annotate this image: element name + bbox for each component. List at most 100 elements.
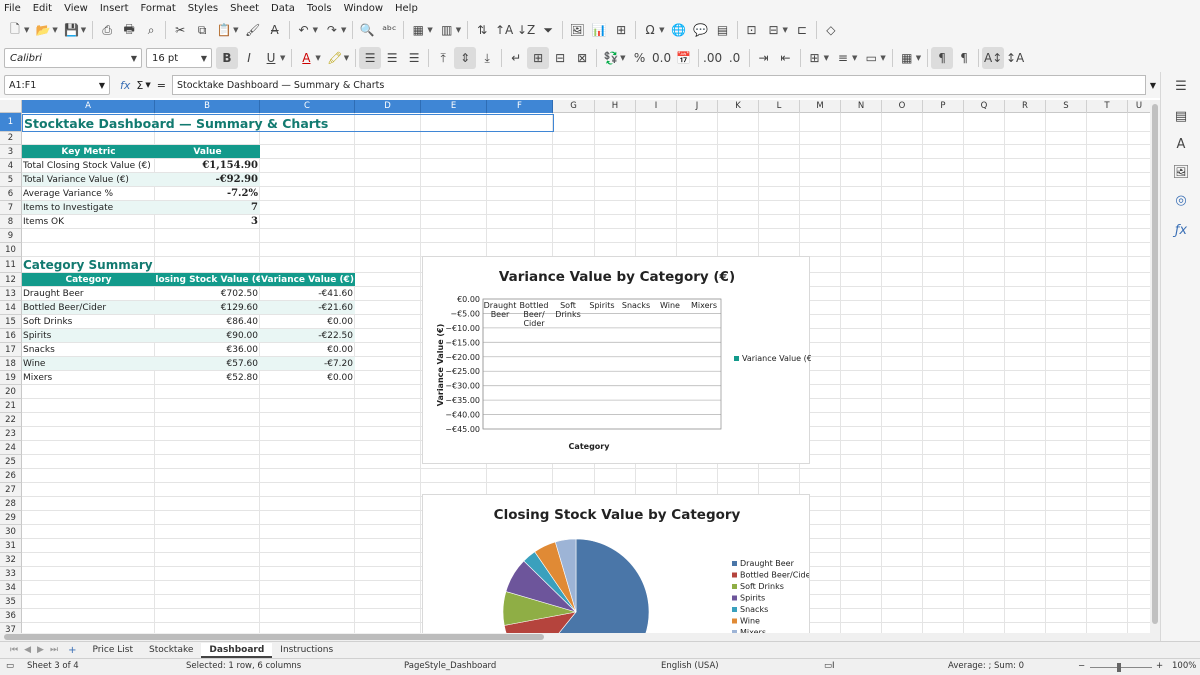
zoom-slider-handle[interactable] [1117,663,1121,672]
right-to-left-icon[interactable]: ¶ [953,47,975,69]
menu-window[interactable]: Window [344,3,383,14]
tab-stocktake[interactable]: Stocktake [141,643,201,658]
row-header-14[interactable]: 14 [0,301,22,315]
column-header-t[interactable]: T [1087,100,1128,113]
tab-scroll-first-icon[interactable]: ⏮ [10,645,18,655]
row-header-3[interactable]: 3 [0,145,22,159]
formula-input[interactable]: Stocktake Dashboard — Summary & Charts [171,75,1146,95]
row-header-9[interactable]: 9 [0,229,22,243]
font-size-box[interactable]: 16 pt ▼ [146,48,212,68]
row-header-23[interactable]: 23 [0,427,22,441]
zoom-slider[interactable] [1090,667,1152,668]
column-header-m[interactable]: M [800,100,841,113]
column-header-k[interactable]: K [718,100,759,113]
category-variance-value[interactable]: €0.00 [260,371,355,384]
sort-descending-icon[interactable]: ↓Z [515,19,537,41]
find-replace-icon[interactable]: 🔍 [356,19,378,41]
font-color-icon[interactable]: A [295,47,317,69]
header-footer-icon[interactable]: ▤ [712,19,734,41]
column-header-n[interactable]: N [841,100,882,113]
menu-tools[interactable]: Tools [307,3,332,14]
chevron-down-icon[interactable]: ▼ [341,26,346,34]
category-closing-value[interactable]: €57.60 [155,357,260,370]
conditional-format-icon[interactable]: ▦ [896,47,918,69]
column-header-c[interactable]: C [260,100,355,113]
clone-formatting-icon[interactable]: 🖌 [242,19,264,41]
insert-chart-icon[interactable]: 📊 [588,19,610,41]
document-modified-icon[interactable]: ▭ [6,661,14,671]
number-format-icon[interactable]: 0.0 [651,47,673,69]
formula-icon[interactable]: = [157,79,166,92]
menu-insert[interactable]: Insert [100,3,129,14]
key-metric-header[interactable]: Key Metric [22,145,155,158]
align-right-icon[interactable]: ☰ [403,47,425,69]
chevron-down-icon[interactable]: ▼ [24,26,29,34]
text-vertical-icon[interactable]: A↕ [982,47,1005,69]
column-header-s[interactable]: S [1046,100,1087,113]
open-icon[interactable]: 📂 [32,19,54,41]
chevron-down-icon[interactable]: ▼ [315,54,320,62]
category-summary-title[interactable]: Category Summary [22,257,222,273]
tab-price-list[interactable]: Price List [84,643,141,658]
align-left-icon[interactable]: ☰ [359,47,382,69]
select-all-corner[interactable] [0,100,22,113]
category-name[interactable]: Snacks [22,343,155,356]
category-variance-value[interactable]: -€22.50 [260,329,355,342]
column-icon[interactable]: ▥ [436,19,458,41]
date-format-icon[interactable]: 📅 [673,47,695,69]
add-sheet-icon[interactable]: + [68,645,76,656]
sort-icon[interactable]: ⇅ [471,19,493,41]
pivot-table-icon[interactable]: ⊞ [610,19,632,41]
key-metric-label[interactable]: Items OK [22,215,155,228]
chevron-down-icon[interactable]: ▼ [427,26,432,34]
horizontal-scrollbar[interactable] [0,633,1160,641]
category-closing-value[interactable]: €86.40 [155,315,260,328]
row-header-26[interactable]: 26 [0,469,22,483]
chevron-down-icon[interactable]: ▼ [620,54,625,62]
tab-instructions[interactable]: Instructions [272,643,341,658]
chevron-down-icon[interactable]: ▼ [852,54,857,62]
category-closing-value[interactable]: €36.00 [155,343,260,356]
key-metric-label[interactable]: Total Variance Value (€) [22,173,155,186]
sum-icon[interactable]: Σ [136,79,143,92]
unmerge-cells-icon[interactable]: ⊠ [571,47,593,69]
navigator-icon[interactable]: ◎ [1171,190,1191,210]
define-print-area-icon[interactable]: ⊡ [741,19,763,41]
category-name[interactable]: Mixers [22,371,155,384]
key-metric-value[interactable]: €1,154.90 [155,159,260,172]
chevron-down-icon[interactable]: ▼ [783,26,788,34]
hyperlink-icon[interactable]: 🌐 [668,19,690,41]
chevron-down-icon[interactable]: ▼ [233,26,238,34]
row-header-17[interactable]: 17 [0,343,22,357]
bold-icon[interactable]: B [216,47,238,69]
row-header-25[interactable]: 25 [0,455,22,469]
menu-sheet[interactable]: Sheet [230,3,259,14]
category-name[interactable]: Soft Drinks [22,315,155,328]
print-preview-icon[interactable]: ⌕ [140,19,162,41]
status-language[interactable]: English (USA) [661,661,719,671]
chevron-down-icon[interactable]: ▼ [145,81,150,89]
left-to-right-icon[interactable]: ¶ [931,47,954,69]
row-header-27[interactable]: 27 [0,483,22,497]
spelling-icon[interactable]: ᵃᵇᶜ [378,19,400,41]
borders-icon[interactable]: ⊞ [804,47,826,69]
freeze-rows-columns-icon[interactable]: ⊟ [763,19,785,41]
clear-formatting-icon[interactable]: A̶ [264,19,286,41]
highlight-color-icon[interactable]: 🖍 [324,47,346,69]
chevron-down-icon[interactable]: ▼ [201,54,207,63]
row-header-34[interactable]: 34 [0,581,22,595]
key-metric-label[interactable]: Total Closing Stock Value (€) [22,159,155,172]
row-header-15[interactable]: 15 [0,315,22,329]
row-header-29[interactable]: 29 [0,511,22,525]
column-header-j[interactable]: J [677,100,718,113]
chevron-down-icon[interactable]: ▼ [456,26,461,34]
row-header-33[interactable]: 33 [0,567,22,581]
status-stats[interactable]: Average: ; Sum: 0 [948,661,1024,671]
row-icon[interactable]: ▦ [407,19,429,41]
category-name[interactable]: Draught Beer [22,287,155,300]
row-header-6[interactable]: 6 [0,187,22,201]
status-sheet[interactable]: Sheet 3 of 4 [27,661,79,671]
row-header-28[interactable]: 28 [0,497,22,511]
menu-help[interactable]: Help [395,3,418,14]
row-header-4[interactable]: 4 [0,159,22,173]
